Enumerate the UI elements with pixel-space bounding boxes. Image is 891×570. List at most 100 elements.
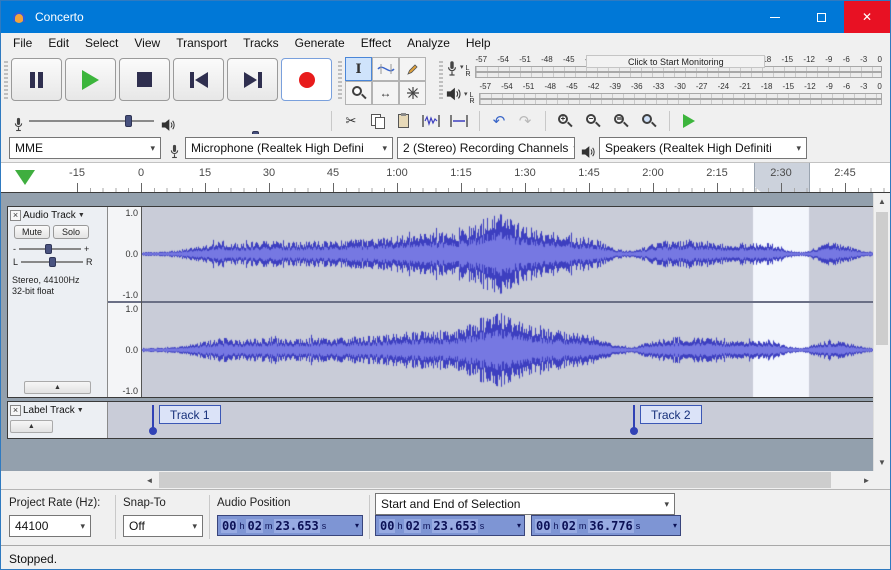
fit-project-button[interactable] [637,110,661,132]
scroll-right-button[interactable]: ► [858,471,875,489]
zoom-in-button[interactable]: + [553,110,577,132]
selection-mode-select[interactable]: Start and End of Selection ▾ [375,493,675,515]
menu-item-tracks[interactable]: Tracks [235,33,287,53]
scroll-down-button[interactable]: ▼ [874,454,890,471]
track-menu-icon[interactable]: ▼ [77,407,84,414]
audio-track[interactable]: × Audio Track ▼ Mute Solo - + L R Stereo… [7,206,875,398]
record-button[interactable] [281,58,332,101]
horizontal-scroll-thumb[interactable] [159,472,831,488]
snap-to-select[interactable]: Off ▾ [123,515,203,537]
zoom-tool-button[interactable] [345,81,372,105]
timeline-ruler[interactable]: -15 0 15 30 45 1:00 1:15 1:30 1:45 2:00 2:15 2:30 2:… [1,163,890,193]
collapse-label-track-button[interactable]: ▲ [10,420,53,433]
label-handle[interactable] [149,427,157,435]
time-spinner-icon[interactable]: ▾ [355,521,359,530]
transport-toolbar-grip[interactable] [4,61,8,99]
skip-to-start-button[interactable] [173,58,224,101]
recording-meter-dropdown-icon[interactable]: ▾ [460,63,464,71]
audio-position-field[interactable]: 00 h 02 m 23.653 s ▾ [217,515,363,536]
recording-meter[interactable]: ▾ -57-54-51-48-45-42-39-36-33-30-27-24-2… [446,55,882,80]
pan-slider[interactable]: L R [13,257,105,267]
close-track-button[interactable]: × [10,210,21,221]
paste-button[interactable] [391,110,415,132]
pinned-playhead-icon[interactable] [15,170,35,185]
close-label-track-button[interactable]: × [10,405,21,416]
menu-item-transport[interactable]: Transport [168,33,235,53]
recording-device-select[interactable]: Microphone (Realtek High Defini ▾ [185,137,393,159]
label-handle[interactable] [630,427,638,435]
play-button[interactable] [65,58,116,101]
pan-thumb[interactable] [49,257,57,267]
collapse-track-button[interactable]: ▲ [24,381,91,394]
waveform-left-channel[interactable] [142,207,874,301]
horizontal-scrollbar[interactable]: ◄ ► [141,471,875,489]
waveform-display[interactable] [142,207,874,397]
recording-meter-body[interactable]: -57-54-51-48-45-42-39-36-33-30-27-24-21-… [466,55,882,80]
menu-item-analyze[interactable]: Analyze [399,33,458,53]
vertical-scrollbar[interactable]: ▲ ▼ [873,193,890,471]
maximize-button[interactable] [798,1,844,33]
waveform-right-channel[interactable] [142,303,874,397]
envelope-tool-button[interactable] [372,57,399,81]
zoom-out-button[interactable]: − [581,110,605,132]
playback-device-select[interactable]: Speakers (Realtek High Definiti ▾ [599,137,807,159]
menu-item-help[interactable]: Help [458,33,499,53]
fit-selection-button[interactable] [609,110,633,132]
recording-volume-slider[interactable] [29,113,154,129]
gain-slider[interactable]: - + [13,244,105,254]
time-spinner-icon[interactable]: ▾ [517,521,521,530]
trim-audio-button[interactable] [419,110,443,132]
draw-tool-button[interactable] [399,57,426,81]
playback-meter-body[interactable]: -57 -54 -51 -48 -45 -42 -39 -36 -33 -30 -27 -24 -21-… [470,82,882,107]
time-shift-tool-button[interactable]: ↔ [372,81,399,105]
minimize-button[interactable] [752,1,798,33]
close-button[interactable]: ✕ [844,1,890,33]
mute-button[interactable]: Mute [14,225,50,239]
selection-start-field[interactable]: 00 h 02 m 23.653 s ▾ [375,515,525,536]
project-rate-select[interactable]: 44100 ▾ [9,515,91,537]
silence-audio-button[interactable] [447,110,471,132]
label-track[interactable]: × Label Track ▼ ▲ Track 1 Track 2 [7,401,875,439]
audio-host-select[interactable]: MME ▾ [9,137,161,159]
menu-item-file[interactable]: File [5,33,40,53]
menu-item-effect[interactable]: Effect [353,33,399,53]
label-track-content[interactable]: Track 1 Track 2 [108,402,874,438]
pause-button[interactable] [11,58,62,101]
meter-toolbar-grip[interactable] [439,61,443,99]
cut-button[interactable]: ✂ [339,110,363,132]
label-track-title[interactable]: Label Track [23,405,75,416]
audio-track-title[interactable]: Audio Track [23,210,76,221]
title-bar[interactable]: Concerto ✕ [1,1,890,33]
selection-tool-button[interactable]: I [345,57,372,81]
menu-item-select[interactable]: Select [77,33,126,53]
scroll-left-button[interactable]: ◄ [141,471,158,489]
selection-end-field[interactable]: 00 h 02 m 36.776 s ▾ [531,515,681,536]
playback-meter[interactable]: ▾ -57 -54 -51 -48 -45 -42 -39 -36 -33 -30 -27 -24 -2… [446,82,882,107]
solo-button[interactable]: Solo [53,225,89,239]
redo-button[interactable]: ↷ [513,110,537,132]
time-spinner-icon[interactable]: ▾ [673,521,677,530]
monitoring-overlay[interactable]: Click to Start Monitoring [586,55,766,68]
pan-groove[interactable] [21,257,84,267]
label-text-box[interactable]: Track 1 [159,405,221,424]
playback-meter-dropdown-icon[interactable]: ▾ [464,90,468,98]
track-menu-icon[interactable]: ▼ [78,212,85,219]
skip-to-end-button[interactable] [227,58,278,101]
recording-volume-thumb[interactable] [125,114,132,127]
recording-channels-select[interactable]: 2 (Stereo) Recording Channels ▾ [397,137,575,159]
multi-tool-button[interactable] [399,81,426,105]
vertical-scale-ruler[interactable]: 1.0 0.0 -1.0 1.0 0.0 -1.0 [108,207,142,397]
track-area[interactable]: × Audio Track ▼ Mute Solo - + L R Stereo… [1,193,890,471]
tools-toolbar-grip[interactable] [338,61,342,99]
menu-item-edit[interactable]: Edit [40,33,77,53]
undo-button[interactable]: ↶ [487,110,511,132]
copy-button[interactable] [365,110,389,132]
play-at-speed-button[interactable] [677,110,701,132]
gain-thumb[interactable] [45,244,52,254]
scroll-up-button[interactable]: ▲ [874,193,890,210]
menu-item-generate[interactable]: Generate [287,33,353,53]
label-text-box[interactable]: Track 2 [640,405,702,424]
menu-item-view[interactable]: View [126,33,168,53]
vertical-scroll-thumb[interactable] [876,212,888,345]
gain-groove[interactable] [19,244,81,254]
